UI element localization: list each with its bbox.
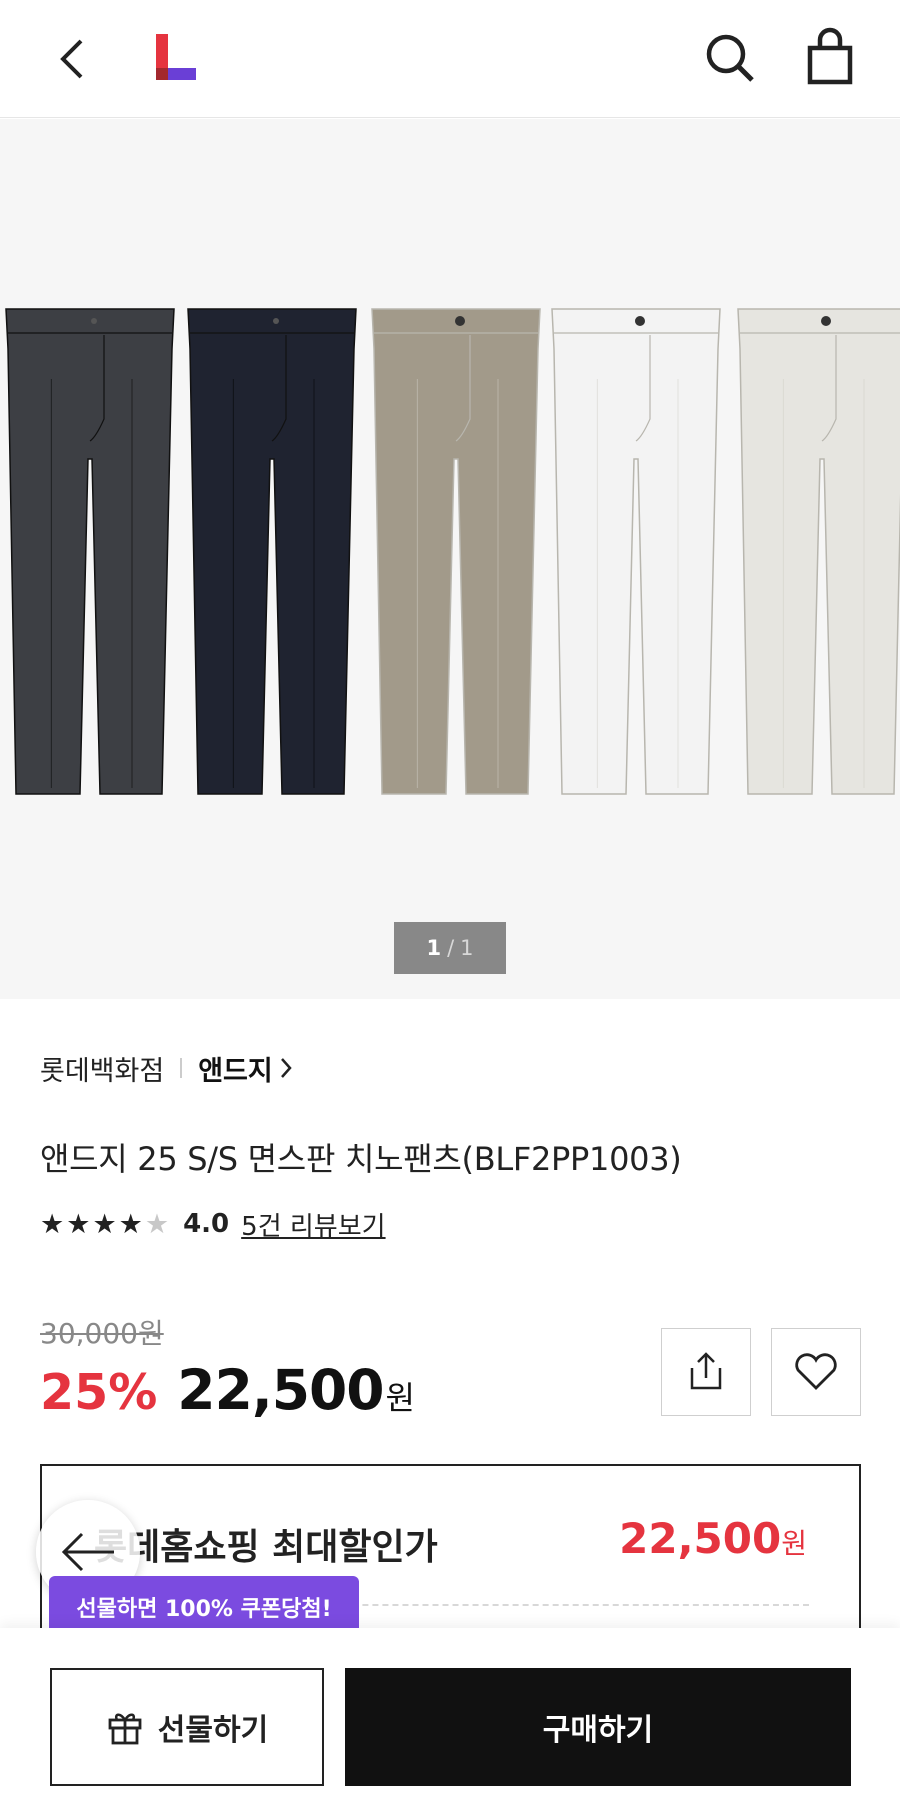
pager-total: 1 bbox=[460, 936, 474, 960]
brand-link[interactable]: 앤드지 bbox=[198, 1049, 293, 1088]
review-link[interactable]: 5건 리뷰보기 bbox=[241, 1206, 385, 1243]
product-title: 앤드지 25 S/S 면스판 치노팬츠(BLF2PP1003) bbox=[40, 1140, 682, 1178]
discount-rate: 25% bbox=[40, 1364, 158, 1421]
pants-item bbox=[551, 308, 721, 795]
buy-button[interactable]: 구매하기 bbox=[345, 1668, 851, 1786]
star-icon: ★ bbox=[92, 1208, 117, 1240]
search-button[interactable] bbox=[700, 28, 760, 88]
arrow-left-icon bbox=[61, 1532, 114, 1572]
product-image-gallery[interactable]: 1 / 1 bbox=[0, 119, 900, 999]
pants-item bbox=[187, 308, 357, 795]
gift-button-label: 선물하기 bbox=[157, 1713, 269, 1748]
gallery-pager: 1 / 1 bbox=[394, 922, 506, 974]
max-discount-label: 롯데홈쇼핑 최대할인가 bbox=[94, 1527, 438, 1568]
currency-unit: 원 bbox=[385, 1379, 415, 1417]
buy-button-label: 구매하기 bbox=[542, 1713, 654, 1748]
shopping-bag-icon bbox=[807, 27, 853, 85]
max-discount-amount: 22,500 bbox=[619, 1514, 782, 1563]
rating-score: 4.0 bbox=[183, 1209, 230, 1239]
bottom-action-bar: 선물하기 구매하기 bbox=[0, 1628, 900, 1802]
store-name: 롯데백화점 bbox=[40, 1055, 165, 1087]
gift-icon bbox=[108, 1713, 142, 1745]
brand-row: 롯데백화점 앤드지 bbox=[40, 1048, 293, 1088]
brand-name: 앤드지 bbox=[198, 1055, 273, 1087]
sale-price: 22,500 bbox=[177, 1358, 384, 1422]
lotte-logo[interactable] bbox=[150, 30, 200, 86]
gift-button[interactable]: 선물하기 bbox=[50, 1668, 324, 1786]
wishlist-button[interactable] bbox=[771, 1328, 861, 1416]
app-header bbox=[0, 0, 900, 118]
star-icon: ★ bbox=[118, 1208, 143, 1240]
share-button[interactable] bbox=[661, 1328, 751, 1416]
heart-icon bbox=[795, 1353, 837, 1390]
lotte-l-logo-icon bbox=[156, 34, 196, 80]
pants-item bbox=[371, 308, 541, 795]
pants-item bbox=[737, 308, 900, 795]
chevron-right-icon bbox=[280, 1058, 292, 1078]
star-icon: ★ bbox=[144, 1208, 170, 1240]
star-rating: ★ ★ ★ ★ ★ bbox=[40, 1211, 169, 1238]
original-price: 30,000원 bbox=[40, 1317, 164, 1350]
pants-item bbox=[5, 308, 175, 795]
cart-button[interactable] bbox=[800, 26, 860, 88]
share-icon bbox=[690, 1352, 722, 1390]
pager-separator: / bbox=[447, 936, 455, 960]
back-button[interactable] bbox=[50, 32, 94, 86]
star-icon: ★ bbox=[66, 1208, 91, 1240]
rating-row: ★ ★ ★ ★ ★ 4.0 5건 리뷰보기 bbox=[40, 1204, 386, 1244]
chevron-left-icon bbox=[60, 39, 83, 79]
divider bbox=[180, 1058, 183, 1078]
product-image bbox=[5, 308, 900, 795]
pager-current: 1 bbox=[426, 936, 442, 960]
max-discount-currency: 원 bbox=[781, 1527, 807, 1560]
star-icon: ★ bbox=[40, 1208, 65, 1240]
price-row: 25% 22,500 원 bbox=[40, 1358, 415, 1422]
search-icon bbox=[706, 34, 754, 82]
max-discount-value: 22,500원 bbox=[619, 1514, 807, 1563]
